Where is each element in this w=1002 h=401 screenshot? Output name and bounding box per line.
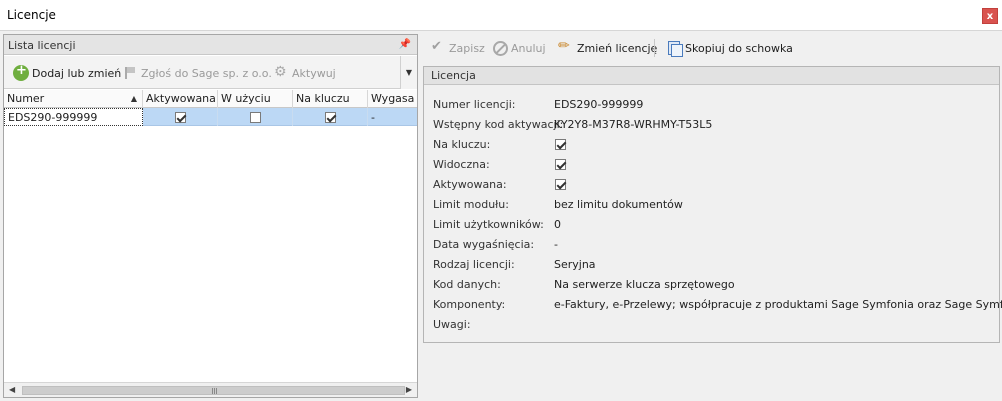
column-header-w-uzyciu[interactable]: W użyciu: [218, 90, 293, 108]
copy-to-clipboard-label: Skopiuj do schowka: [685, 41, 793, 55]
scroll-right-icon[interactable]: ▶: [406, 385, 412, 394]
field-activated: Aktywowana:: [433, 176, 566, 192]
module-limit-value: bez limitu dokumentów: [554, 197, 683, 211]
field-activation-code: Wstępny kod aktywacji: KY2Y8-M37R8-WRHMY…: [433, 117, 713, 131]
toolbar-separator: [654, 39, 655, 57]
change-license-button[interactable]: Zmień licencję: [558, 38, 658, 56]
cancel-label: Anuluj: [511, 41, 546, 55]
cell-numer[interactable]: EDS290-999999: [4, 108, 143, 126]
save-button[interactable]: Zapisz: [430, 39, 485, 56]
table-row[interactable]: EDS290-999999 -: [4, 108, 417, 126]
copy-icon: [666, 40, 683, 57]
add-icon: [13, 63, 29, 81]
field-on-key: Na kluczu:: [433, 136, 566, 152]
field-data-code: Kod danych: Na serwerze klucza sprzętowe…: [433, 277, 735, 291]
scrollbar-thumb[interactable]: [22, 386, 405, 395]
license-list-toolbar: Dodaj lub zmień Zgłoś do Sage sp. z o.o.…: [4, 56, 417, 89]
save-label: Zapisz: [449, 41, 485, 55]
license-list-header: Lista licencji 📌: [4, 35, 417, 55]
cell-na-kluczu[interactable]: [293, 108, 368, 126]
field-expiry-date: Data wygaśnięcia: -: [433, 237, 558, 251]
license-number-value: EDS290-999999: [554, 97, 644, 111]
horizontal-scrollbar[interactable]: ◀ ▶: [4, 382, 417, 397]
activate-label: Aktywuj: [292, 66, 336, 80]
flag-icon: [122, 65, 138, 81]
license-list-title: Lista licencji: [8, 39, 76, 52]
window-title: Licencje: [7, 8, 56, 22]
expiry-date-value: -: [554, 237, 558, 251]
pencil-icon: [558, 38, 574, 56]
on-key-checkbox[interactable]: [555, 138, 566, 150]
checkmark-icon: [430, 39, 446, 56]
cell-wygasa[interactable]: -: [368, 108, 417, 126]
column-header-aktywowana[interactable]: Aktywowana: [143, 90, 218, 108]
field-visible: Widoczna:: [433, 156, 566, 172]
grid-header: Numer ▲ Aktywowana W użyciu Na kluczu Wy…: [4, 90, 417, 108]
column-header-wygasa[interactable]: Wygasa: [368, 90, 417, 108]
scroll-left-icon[interactable]: ◀: [9, 385, 15, 394]
cancel-button[interactable]: Anuluj: [493, 40, 546, 56]
checkbox-w-uzyciu[interactable]: [249, 111, 261, 123]
column-header-numer[interactable]: Numer ▲: [4, 90, 143, 108]
license-list-panel: Lista licencji 📌 Dodaj lub zmień Zgłoś d…: [3, 34, 418, 398]
report-to-sage-label: Zgłoś do Sage sp. z o.o.: [141, 66, 272, 80]
copy-to-clipboard-button[interactable]: Skopiuj do schowka: [666, 40, 793, 57]
add-or-change-button[interactable]: Dodaj lub zmień: [13, 63, 122, 81]
field-components: Komponenty: e-Faktury, e-Przelewy; współ…: [433, 296, 1002, 312]
field-license-number: Numer licencji: EDS290-999999: [433, 97, 644, 111]
activation-code-value: KY2Y8-M37R8-WRHMY-T53L5: [554, 117, 713, 131]
field-module-limit: Limit modułu: bez limitu dokumentów: [433, 197, 683, 211]
checkbox-na-kluczu[interactable]: [324, 111, 336, 123]
report-to-sage-button[interactable]: Zgłoś do Sage sp. z o.o.: [122, 65, 272, 81]
data-code-value: Na serwerze klucza sprzętowego: [554, 277, 735, 291]
field-user-limit: Limit użytkowników: 0: [433, 217, 561, 231]
gear-icon: [273, 64, 289, 81]
field-notes: Uwagi:: [433, 317, 471, 331]
field-license-type: Rodzaj licencji: Seryjna: [433, 257, 596, 271]
window-titlebar: Licencje x: [0, 0, 1002, 31]
license-grid: Numer ▲ Aktywowana W użyciu Na kluczu Wy…: [4, 90, 417, 126]
checkbox-aktywowana[interactable]: [174, 111, 186, 123]
cell-w-uzyciu[interactable]: [218, 108, 293, 126]
components-value: e-Faktury, e-Przelewy; współpracuje z pr…: [554, 297, 1002, 311]
change-license-label: Zmień licencję: [577, 41, 658, 55]
user-limit-value: 0: [554, 217, 561, 231]
sort-asc-icon: ▲: [130, 94, 137, 103]
activate-button[interactable]: Aktywuj: [273, 64, 336, 81]
pin-icon[interactable]: 📌: [399, 39, 411, 50]
cell-aktywowana[interactable]: [143, 108, 218, 126]
toolbar-overflow-dropdown[interactable]: ▼: [400, 56, 417, 89]
column-header-na-kluczu[interactable]: Na kluczu: [293, 90, 368, 108]
license-type-value: Seryjna: [554, 257, 596, 271]
details-toolbar: Zapisz Anuluj Zmień licencję Skopiuj do …: [422, 34, 1002, 60]
license-details-group: Licencja Numer licencji: EDS290-999999 W…: [423, 66, 1002, 343]
license-details-title: Licencja: [424, 67, 999, 85]
visible-checkbox[interactable]: [555, 158, 566, 170]
cancel-icon: [493, 40, 508, 56]
activated-checkbox[interactable]: [555, 178, 566, 190]
add-or-change-label: Dodaj lub zmień: [32, 66, 122, 80]
close-button[interactable]: x: [982, 8, 998, 24]
